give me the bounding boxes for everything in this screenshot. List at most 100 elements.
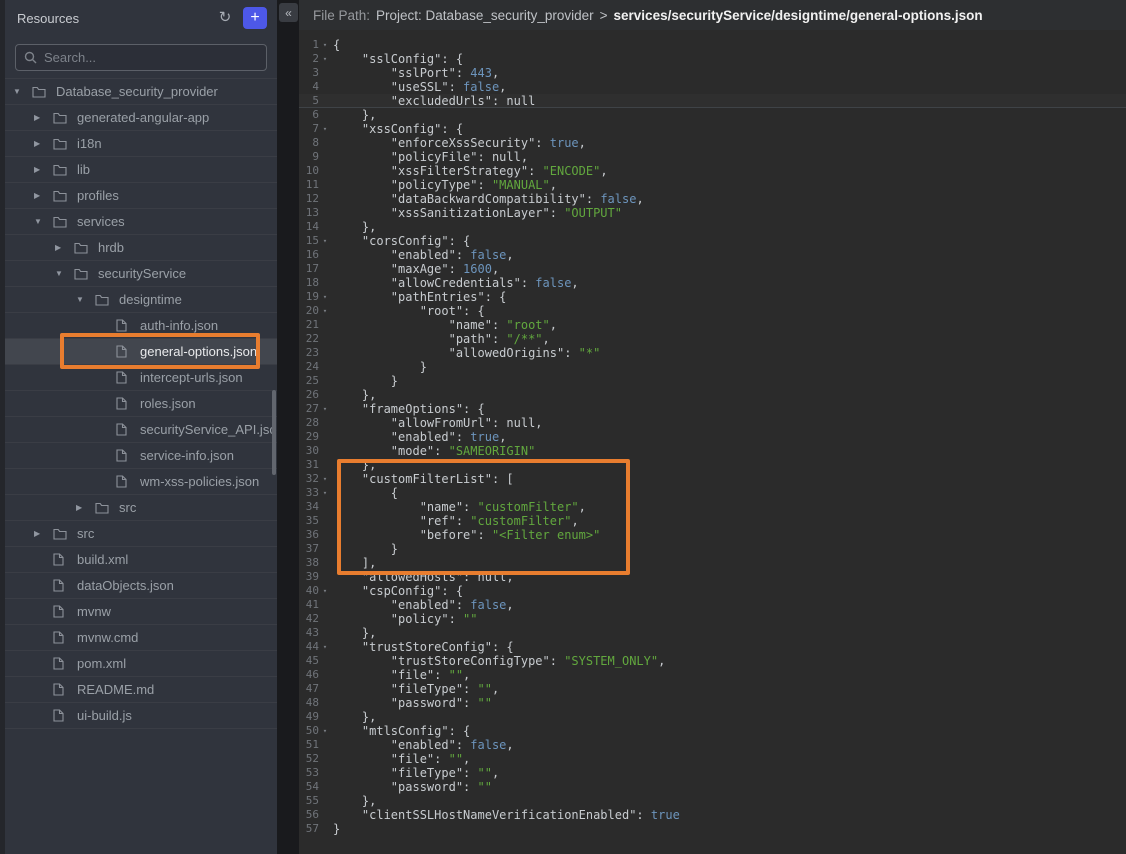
- code-text: "useSSL": false,: [331, 80, 506, 94]
- fold-spacer: [319, 794, 331, 808]
- tree-item-securityservice-api-json[interactable]: securityService_API.json: [5, 417, 277, 443]
- fold-arrow-icon[interactable]: ▾: [319, 724, 331, 738]
- line-number: 56: [299, 808, 319, 822]
- fold-spacer: [319, 178, 331, 192]
- code-text: "excludedUrls": null: [331, 94, 535, 108]
- tree-item-general-options-json[interactable]: general-options.json: [5, 339, 277, 365]
- code-line: 2▾ "sslConfig": {: [299, 52, 1126, 66]
- tree-item-i18n[interactable]: ▶i18n: [5, 131, 277, 157]
- code-text: "allowedHosts": null,: [331, 570, 514, 584]
- tree-item-designtime[interactable]: ▼designtime: [5, 287, 277, 313]
- tree-item-generated-angular-app[interactable]: ▶generated-angular-app: [5, 105, 277, 131]
- line-number: 55: [299, 794, 319, 808]
- code-line: 24 }: [299, 360, 1126, 374]
- collapse-arrow-icon[interactable]: ▼: [76, 295, 95, 304]
- tree-item-dataobjects-json[interactable]: dataObjects.json: [5, 573, 277, 599]
- expand-arrow-icon[interactable]: ▶: [34, 529, 53, 538]
- tree-item-mvnw[interactable]: mvnw: [5, 599, 277, 625]
- line-number: 33: [299, 486, 319, 500]
- code-text: "enforceXssSecurity": true,: [331, 136, 586, 150]
- file-icon: [53, 579, 69, 593]
- line-number: 40: [299, 584, 319, 598]
- fold-spacer: [319, 360, 331, 374]
- sidebar-scrollbar[interactable]: [272, 390, 276, 475]
- code-text: {: [331, 38, 340, 52]
- fold-spacer: [319, 192, 331, 206]
- tree-item-pom-xml[interactable]: pom.xml: [5, 651, 277, 677]
- tree-item-database-security-provider[interactable]: ▼Database_security_provider: [5, 79, 277, 105]
- tree-item-src[interactable]: ▶src: [5, 495, 277, 521]
- code-text: "allowCredentials": false,: [331, 276, 579, 290]
- code-line: 44▾ "trustStoreConfig": {: [299, 640, 1126, 654]
- fold-arrow-icon[interactable]: ▾: [319, 122, 331, 136]
- code-editor[interactable]: 1▾{2▾ "sslConfig": {3 "sslPort": 443,4 "…: [299, 30, 1126, 836]
- tree-item-readme-md[interactable]: README.md: [5, 677, 277, 703]
- tree-item-roles-json[interactable]: roles.json: [5, 391, 277, 417]
- line-number: 44: [299, 640, 319, 654]
- code-line: 5 "excludedUrls": null: [299, 94, 1126, 108]
- fold-arrow-icon[interactable]: ▾: [319, 52, 331, 66]
- tree-item-label: service-info.json: [140, 448, 234, 463]
- code-line: 54 "password": "": [299, 780, 1126, 794]
- code-text: "policyType": "MANUAL",: [331, 178, 557, 192]
- expand-arrow-icon[interactable]: ▶: [34, 165, 53, 174]
- file-tree: ▼Database_security_provider▶generated-an…: [5, 78, 277, 729]
- code-text: },: [331, 108, 376, 122]
- tree-item-auth-info-json[interactable]: auth-info.json: [5, 313, 277, 339]
- file-icon: [116, 397, 132, 411]
- fold-arrow-icon[interactable]: ▾: [319, 402, 331, 416]
- line-number: 39: [299, 570, 319, 584]
- tree-item-services[interactable]: ▼services: [5, 209, 277, 235]
- tree-item-label: profiles: [77, 188, 119, 203]
- folder-icon: [53, 527, 69, 541]
- line-number: 46: [299, 668, 319, 682]
- tree-item-mvnw-cmd[interactable]: mvnw.cmd: [5, 625, 277, 651]
- collapse-arrow-icon[interactable]: ▼: [13, 87, 32, 96]
- code-line: 39 "allowedHosts": null,: [299, 570, 1126, 584]
- fold-arrow-icon[interactable]: ▾: [319, 472, 331, 486]
- code-line: 30 "mode": "SAMEORIGIN": [299, 444, 1126, 458]
- line-number: 12: [299, 192, 319, 206]
- expand-arrow-icon[interactable]: ▶: [34, 139, 53, 148]
- file-icon: [53, 683, 69, 697]
- collapse-arrow-icon[interactable]: ▼: [34, 217, 53, 226]
- code-line: 20▾ "root": {: [299, 304, 1126, 318]
- tree-item-src[interactable]: ▶src: [5, 521, 277, 547]
- fold-arrow-icon[interactable]: ▾: [319, 38, 331, 52]
- line-number: 30: [299, 444, 319, 458]
- tree-item-hrdb[interactable]: ▶hrdb: [5, 235, 277, 261]
- tree-item-label: roles.json: [140, 396, 196, 411]
- tree-item-service-info-json[interactable]: service-info.json: [5, 443, 277, 469]
- expand-arrow-icon[interactable]: ▶: [76, 503, 95, 512]
- expand-arrow-icon[interactable]: ▶: [55, 243, 74, 252]
- fold-arrow-icon[interactable]: ▾: [319, 584, 331, 598]
- collapse-arrow-icon[interactable]: ▼: [55, 269, 74, 278]
- add-button[interactable]: +: [243, 7, 267, 29]
- search-icon: [24, 51, 37, 64]
- tree-item-securityservice[interactable]: ▼securityService: [5, 261, 277, 287]
- fold-arrow-icon[interactable]: ▾: [319, 304, 331, 318]
- refresh-icon[interactable]: ↻: [215, 8, 235, 28]
- fold-arrow-icon[interactable]: ▾: [319, 234, 331, 248]
- fold-spacer: [319, 458, 331, 472]
- tree-item-ui-build-js[interactable]: ui-build.js: [5, 703, 277, 729]
- tree-item-lib[interactable]: ▶lib: [5, 157, 277, 183]
- collapse-sidebar-button[interactable]: «: [279, 3, 298, 22]
- tree-item-profiles[interactable]: ▶ profiles: [5, 183, 277, 209]
- code-line: 32▾ "customFilterList": [: [299, 472, 1126, 486]
- line-number: 42: [299, 612, 319, 626]
- fold-arrow-icon[interactable]: ▾: [319, 640, 331, 654]
- code-text: "ref": "customFilter",: [331, 514, 579, 528]
- tree-item-build-xml[interactable]: build.xml: [5, 547, 277, 573]
- line-number: 51: [299, 738, 319, 752]
- tree-item-wm-xss-policies-json[interactable]: wm-xss-policies.json: [5, 469, 277, 495]
- line-number: 23: [299, 346, 319, 360]
- tree-item-intercept-urls-json[interactable]: intercept-urls.json: [5, 365, 277, 391]
- fold-arrow-icon[interactable]: ▾: [319, 290, 331, 304]
- search-input[interactable]: [44, 50, 258, 65]
- code-line: 29 "enabled": true,: [299, 430, 1126, 444]
- fold-arrow-icon[interactable]: ▾: [319, 486, 331, 500]
- expand-arrow-icon[interactable]: ▶: [34, 113, 53, 122]
- expand-arrow-icon[interactable]: ▶: [34, 191, 53, 200]
- line-number: 45: [299, 654, 319, 668]
